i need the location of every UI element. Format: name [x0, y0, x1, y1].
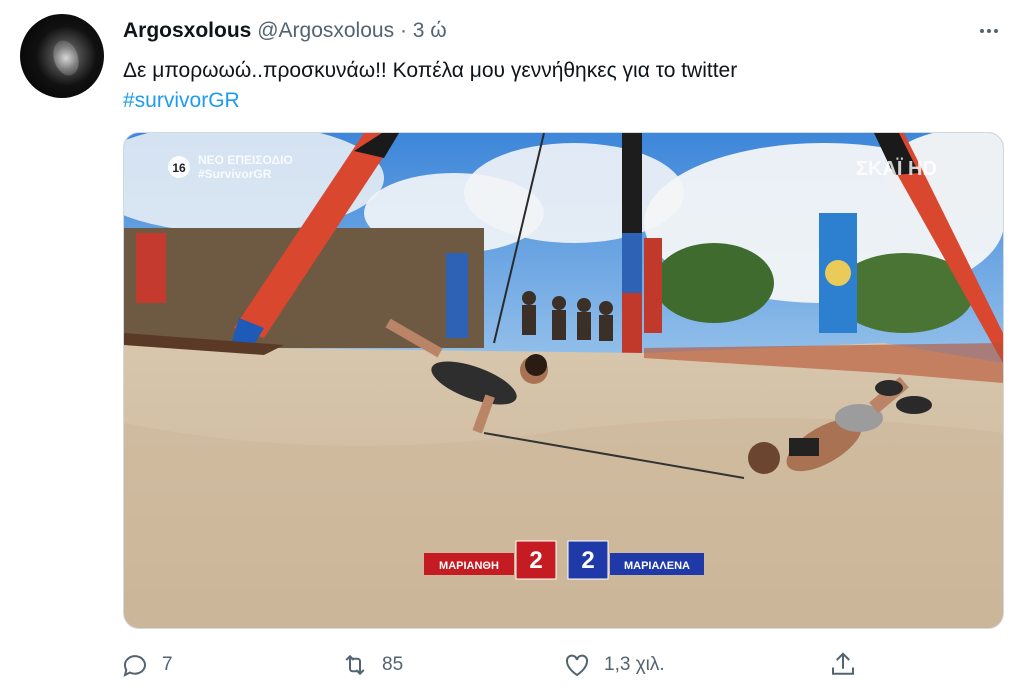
overlay-title: ΝΕΟ ΕΠΕΙΣΟΔΙΟ: [198, 153, 293, 167]
channel-logo: ΣΚΑΪ HD: [856, 157, 937, 180]
tweet-media-image[interactable]: 16 ΝΕΟ ΕΠΕΙΣΟΔΙΟ #SurvivorGR ΣΚΑΪ HD ΜΑΡ…: [123, 132, 1004, 629]
survivor-scene: 16 ΝΕΟ ΕΠΕΙΣΟΔΙΟ #SurvivorGR ΣΚΑΪ HD ΜΑΡ…: [124, 133, 1003, 628]
like-icon: [565, 654, 589, 677]
tweet-body: Δε μπορωωώ..προσκυνάω!! Κοπέλα μου γεννή…: [123, 59, 738, 82]
tweet-timestamp[interactable]: 3 ώ: [413, 19, 447, 42]
like-button[interactable]: 1,3 χιλ.: [562, 648, 665, 682]
retweet-icon: [345, 654, 365, 676]
avatar-image: [49, 37, 83, 79]
more-icon[interactable]: [974, 16, 1004, 46]
score-right-name: ΜΑΡΙΑΛΕΝΑ: [624, 560, 690, 572]
tweet-actions: 7 85 1,3 χιλ.: [0, 648, 1024, 682]
share-icon: [832, 652, 854, 675]
overlay-tag: #SurvivorGR: [198, 167, 272, 181]
tweet-text: Δε μπορωωώ..προσκυνάω!! Κοπέλα μου γεννή…: [123, 56, 737, 116]
author-name[interactable]: Argosxolous: [123, 19, 251, 42]
score-right-value: 2: [581, 547, 594, 574]
tweet-header: Argosxolous @Argosxolous · 3 ώ: [123, 18, 447, 44]
overlay-badge: 16: [172, 161, 186, 175]
avatar[interactable]: [20, 14, 104, 98]
like-count: 1,3 χιλ.: [604, 654, 665, 675]
reply-count: 7: [162, 654, 173, 675]
reply-button[interactable]: 7: [120, 648, 173, 682]
author-handle[interactable]: @Argosxolous: [257, 19, 394, 42]
header-separator: ·: [399, 19, 407, 42]
share-button[interactable]: [828, 648, 858, 682]
reply-icon: [123, 655, 146, 677]
hashtag-link[interactable]: #survivorGR: [123, 86, 737, 116]
retweet-button[interactable]: 85: [340, 648, 403, 682]
score-left-value: 2: [529, 547, 542, 574]
retweet-count: 85: [382, 654, 404, 675]
score-left-name: ΜΑΡΙΑΝΘΗ: [439, 560, 499, 572]
